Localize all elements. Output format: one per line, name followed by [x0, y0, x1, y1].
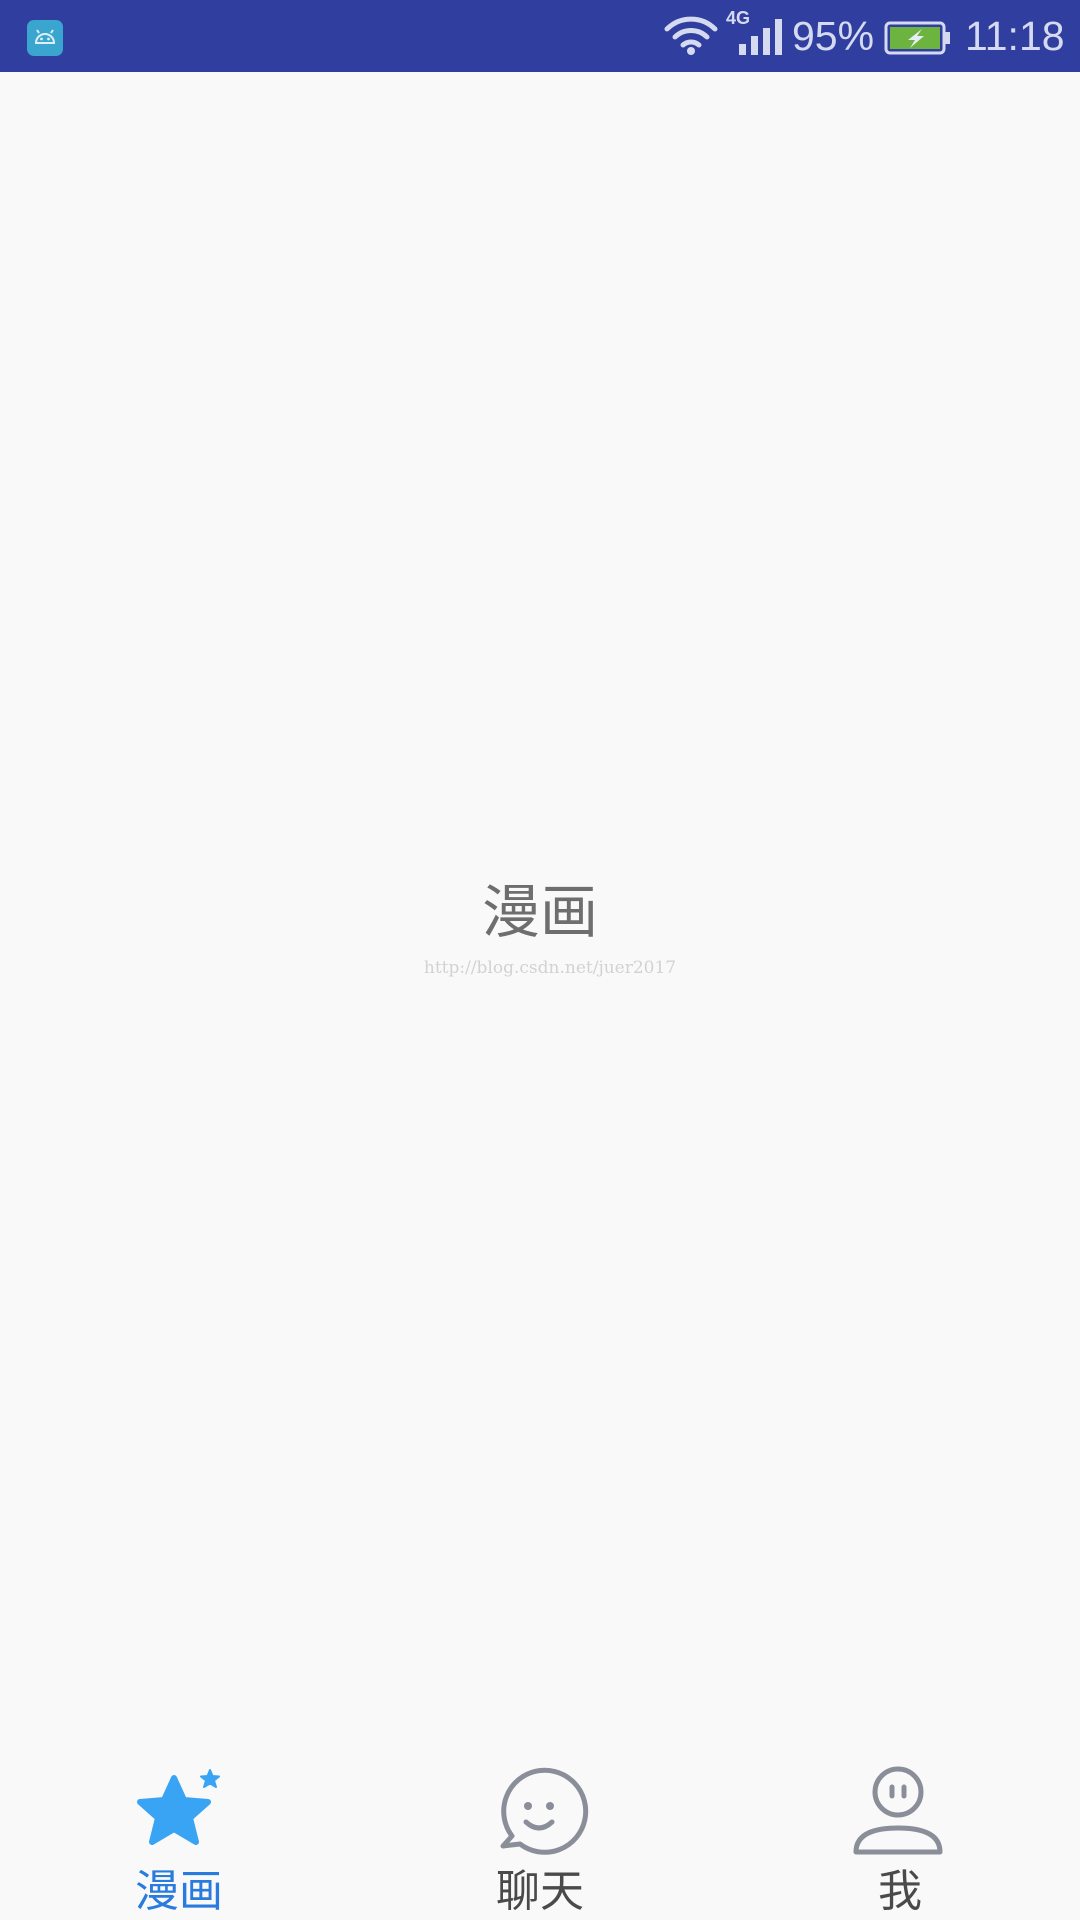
tab-chat[interactable]: 聊天 — [360, 1740, 720, 1920]
android-app-icon — [27, 20, 63, 56]
status-bar: 4G 95% 11:18 — [0, 0, 1080, 72]
wifi-icon — [664, 16, 718, 55]
tab-me[interactable]: 我 — [720, 1740, 1080, 1920]
tab-comic-label: 漫画 — [135, 1866, 223, 1917]
battery-charging-icon — [884, 21, 950, 55]
signal-icon — [739, 19, 782, 55]
bottom-navigation: 漫画 聊天 我 — [0, 1740, 1080, 1920]
tab-comic[interactable]: 漫画 — [0, 1740, 360, 1920]
smiley-chat-icon — [500, 1767, 589, 1855]
battery-percent: 95% — [792, 13, 875, 59]
tab-me-label: 我 — [878, 1866, 922, 1917]
star-icon — [137, 1769, 220, 1845]
watermark-text: http://blog.csdn.net/juer2017 — [423, 958, 677, 978]
clock: 11:18 — [965, 13, 1065, 59]
tab-chat-label: 聊天 — [496, 1866, 584, 1917]
person-icon — [853, 1766, 943, 1855]
page-title: 漫画 — [481, 878, 598, 946]
